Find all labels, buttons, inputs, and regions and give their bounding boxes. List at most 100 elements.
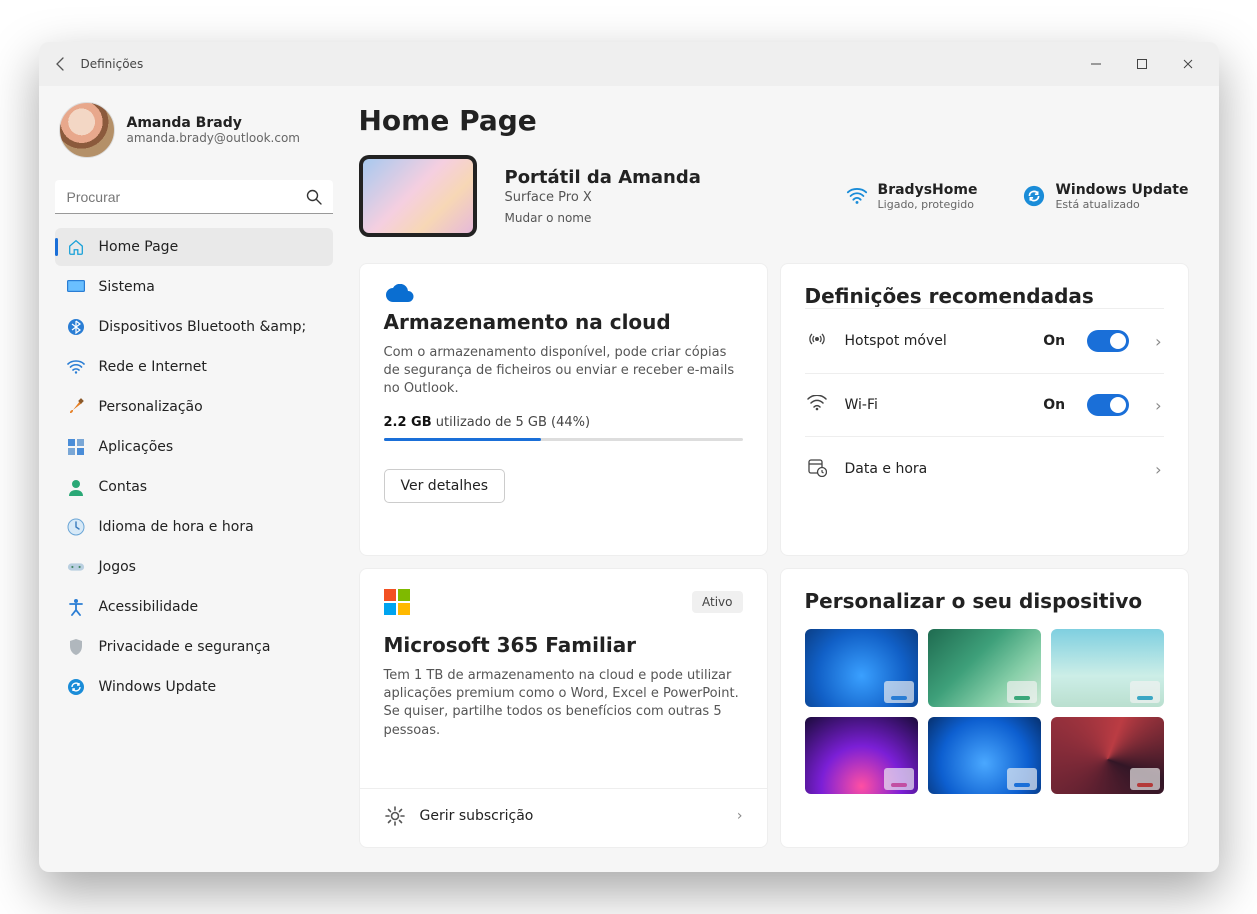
cloud-title: Armazenamento na cloud <box>384 310 743 334</box>
status-wifi-sub: Ligado, protegido <box>878 198 978 211</box>
nav-label: Rede e Internet <box>99 359 207 375</box>
search-icon <box>305 188 323 206</box>
m365-status-badge: Ativo <box>692 591 742 613</box>
setting-datetime[interactable]: Data e hora › <box>805 436 1164 501</box>
maximize-icon <box>1136 58 1148 70</box>
theme-option-1[interactable] <box>805 629 918 707</box>
nav-personalization[interactable]: Personalização <box>55 388 333 426</box>
apps-icon <box>67 438 85 456</box>
card-personalize: Personalizar o seu dispositivo <box>780 568 1189 848</box>
accessibility-icon <box>67 598 85 616</box>
monitor-icon <box>67 278 85 296</box>
toggle-hotspot[interactable] <box>1087 330 1129 352</box>
theme-option-5[interactable] <box>928 717 1041 795</box>
setting-label: Wi-Fi <box>845 397 1026 413</box>
recommended-title: Definições recomendadas <box>805 284 1164 308</box>
main: Home Page Portátil da Amanda Surface Pro… <box>349 86 1219 872</box>
clock-globe-icon <box>67 518 85 536</box>
nav-privacy[interactable]: Privacidade e segurança <box>55 628 333 666</box>
status-update-title: Windows Update <box>1055 182 1188 198</box>
card-recommended: Definições recomendadas Hotspot móvel On… <box>780 263 1189 556</box>
minimize-button[interactable] <box>1073 48 1119 80</box>
page-title: Home Page <box>359 104 1189 137</box>
storage-bar <box>384 438 743 441</box>
hotspot-icon <box>807 329 827 353</box>
paintbrush-icon <box>67 398 85 416</box>
theme-option-4[interactable] <box>805 717 918 795</box>
nav-time-language[interactable]: Idioma de hora e hora <box>55 508 333 546</box>
m365-manage-row[interactable]: Gerir subscrição › <box>360 788 767 827</box>
window-controls <box>1073 48 1211 80</box>
theme-option-3[interactable] <box>1051 629 1164 707</box>
cloud-usage: 2.2 GB utilizado de 5 GB (44%) <box>384 415 743 430</box>
status-wifi[interactable]: BradysHome Ligado, protegido <box>846 182 978 211</box>
nav-windows-update[interactable]: Windows Update <box>55 668 333 706</box>
device-row: Portátil da Amanda Surface Pro X Mudar o… <box>359 155 1189 237</box>
calendar-clock-icon <box>807 457 827 481</box>
search-input[interactable] <box>55 180 333 214</box>
nav-label: Dispositivos Bluetooth &amp; <box>99 319 307 335</box>
sidebar: Amanda Brady amanda.brady@outlook.com Ho… <box>39 86 349 872</box>
chevron-right-icon: › <box>1155 396 1161 415</box>
maximize-button[interactable] <box>1119 48 1165 80</box>
setting-label: Hotspot móvel <box>845 333 1026 349</box>
home-icon <box>67 238 85 256</box>
setting-hotspot[interactable]: Hotspot móvel On › <box>805 308 1164 373</box>
avatar <box>59 102 115 158</box>
setting-wifi[interactable]: Wi-Fi On › <box>805 373 1164 436</box>
update-icon <box>1023 185 1045 207</box>
chevron-right-icon: › <box>1155 460 1161 479</box>
setting-label: Data e hora <box>845 461 1130 477</box>
m365-desc: Tem 1 TB de armazenamento na cloud e pod… <box>384 667 743 740</box>
nav-accessibility[interactable]: Acessibilidade <box>55 588 333 626</box>
gamepad-icon <box>67 558 85 576</box>
chevron-right-icon: › <box>737 808 743 824</box>
minimize-icon <box>1090 58 1102 70</box>
search-wrap <box>55 180 333 214</box>
setting-state: On <box>1043 397 1065 413</box>
nav-apps[interactable]: Aplicações <box>55 428 333 466</box>
device-info: Portátil da Amanda Surface Pro X Mudar o… <box>505 167 701 225</box>
cloud-desc: Com o armazenamento disponível, pode cri… <box>384 344 743 399</box>
nav-gaming[interactable]: Jogos <box>55 548 333 586</box>
nav-system[interactable]: Sistema <box>55 268 333 306</box>
nav-label: Idioma de hora e hora <box>99 519 254 535</box>
nav-label: Jogos <box>99 559 136 575</box>
shield-icon <box>67 638 85 656</box>
device-rename-link[interactable]: Mudar o nome <box>505 211 701 225</box>
titlebar: Definições <box>39 42 1219 86</box>
device-thumbnail[interactable] <box>359 155 477 237</box>
nav-network[interactable]: Rede e Internet <box>55 348 333 386</box>
status-update-sub: Está atualizado <box>1055 198 1188 211</box>
person-icon <box>67 478 85 496</box>
personalize-title: Personalizar o seu dispositivo <box>805 589 1164 613</box>
back-button[interactable] <box>47 50 75 78</box>
update-icon <box>67 678 85 696</box>
nav-bluetooth[interactable]: Dispositivos Bluetooth &amp; <box>55 308 333 346</box>
card-cloud-storage: Armazenamento na cloud Com o armazenamen… <box>359 263 768 556</box>
theme-option-6[interactable] <box>1051 717 1164 795</box>
toggle-wifi[interactable] <box>1087 394 1129 416</box>
profile[interactable]: Amanda Brady amanda.brady@outlook.com <box>55 94 333 174</box>
chevron-right-icon: › <box>1155 332 1161 351</box>
wifi-icon <box>67 358 85 376</box>
cloud-details-button[interactable]: Ver detalhes <box>384 469 506 503</box>
nav-label: Personalização <box>99 399 203 415</box>
status-group: BradysHome Ligado, protegido Windows Upd… <box>846 182 1189 211</box>
nav-accounts[interactable]: Contas <box>55 468 333 506</box>
nav-label: Windows Update <box>99 679 217 695</box>
nav-home[interactable]: Home Page <box>55 228 333 266</box>
theme-option-2[interactable] <box>928 629 1041 707</box>
content-grid: Armazenamento na cloud Com o armazenamen… <box>359 263 1189 848</box>
nav-label: Acessibilidade <box>99 599 199 615</box>
device-model: Surface Pro X <box>505 190 701 205</box>
card-m365: Ativo Microsoft 365 Familiar Tem 1 TB de… <box>359 568 768 848</box>
window-title: Definições <box>81 57 144 71</box>
nav: Home Page Sistema Dispositivos Bluetooth… <box>55 228 333 706</box>
storage-bar-fill <box>384 438 542 441</box>
nav-label: Privacidade e segurança <box>99 639 271 655</box>
m365-title: Microsoft 365 Familiar <box>384 633 743 657</box>
close-button[interactable] <box>1165 48 1211 80</box>
status-update[interactable]: Windows Update Está atualizado <box>1023 182 1188 211</box>
wifi-icon <box>807 395 827 415</box>
